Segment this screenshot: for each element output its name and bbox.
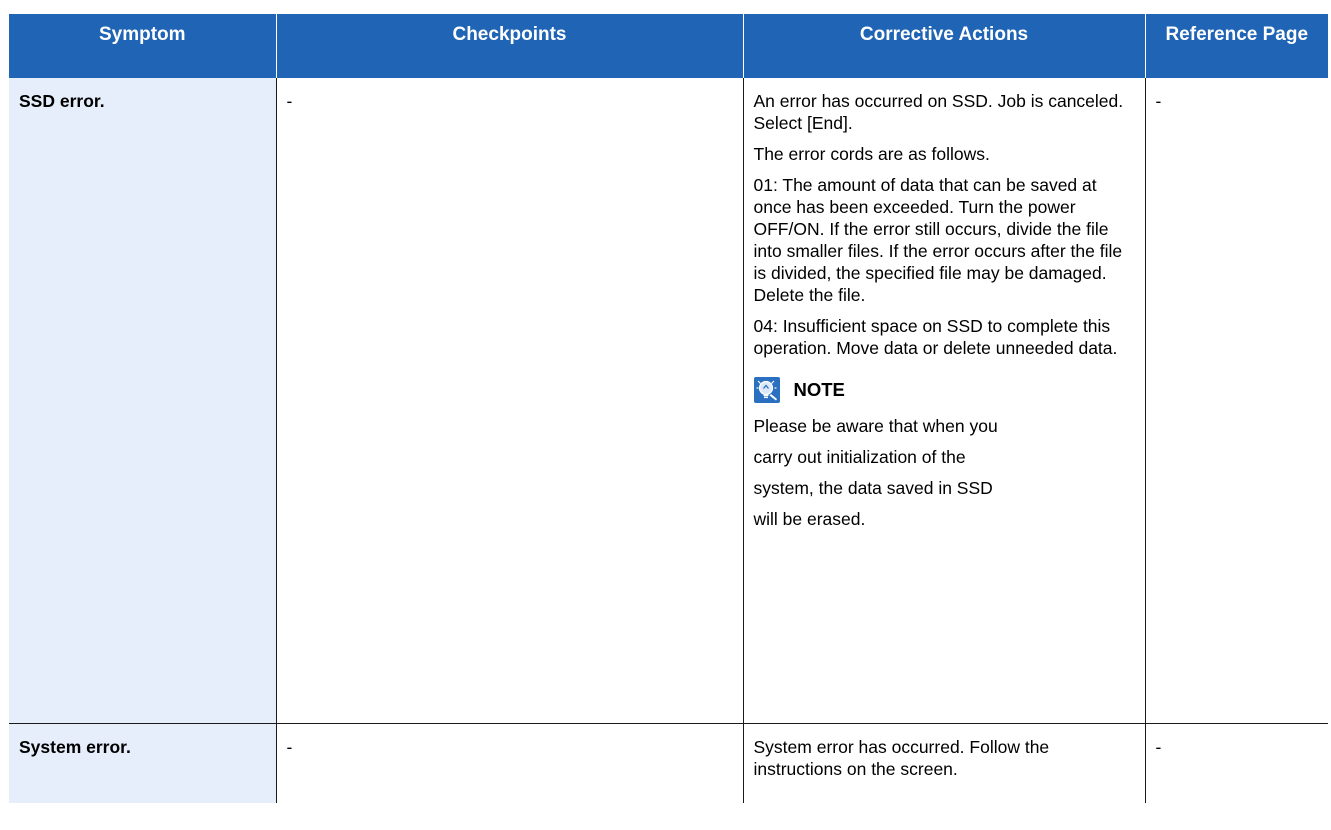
corrective-actions-cell: System error has occurred. Follow the in… bbox=[742, 723, 1145, 803]
symptom-cell: SSD error. bbox=[9, 78, 276, 724]
note-line: will be erased. bbox=[753, 509, 866, 529]
note-line: system, the data saved in SSD bbox=[753, 478, 993, 498]
note-line: carry out initialization of the bbox=[753, 447, 966, 467]
note-icon bbox=[753, 377, 780, 403]
note-heading: NOTE bbox=[753, 375, 1135, 405]
action-paragraph: 04: Insufficient space on SSD to complet… bbox=[753, 316, 1118, 358]
table-row: System error. - System error has occurre… bbox=[9, 723, 1328, 803]
symptom-cell: System error. bbox=[9, 723, 276, 803]
corrective-actions-cell: An error has occurred on SSD. Job is can… bbox=[742, 78, 1145, 724]
manual-page: Symptom Checkpoints Corrective Actions R… bbox=[0, 0, 1331, 830]
header-reference-page: Reference Page bbox=[1144, 14, 1328, 78]
header-checkpoints: Checkpoints bbox=[275, 14, 743, 78]
header-symptom: Symptom bbox=[9, 14, 276, 78]
note-line: Please be aware that when you bbox=[753, 416, 998, 436]
action-paragraph: The error cords are as follows. bbox=[753, 144, 990, 164]
troubleshooting-table: Symptom Checkpoints Corrective Actions R… bbox=[9, 14, 1328, 803]
note-text: Please be aware that when you carry out … bbox=[754, 415, 1135, 530]
action-paragraph: 01: The amount of data that can be saved… bbox=[753, 175, 1123, 305]
checkpoints-cell: - bbox=[275, 78, 743, 724]
table-row: SSD error. - An error has occurred on SS… bbox=[9, 78, 1328, 724]
action-paragraph: An error has occurred on SSD. Job is can… bbox=[753, 91, 1124, 133]
header-row: Symptom Checkpoints Corrective Actions R… bbox=[9, 14, 1328, 78]
reference-page-cell: - bbox=[1144, 78, 1328, 724]
header-corrective-actions: Corrective Actions bbox=[742, 14, 1145, 78]
note-label: NOTE bbox=[793, 379, 845, 400]
table-header: Symptom Checkpoints Corrective Actions R… bbox=[9, 14, 1328, 78]
checkpoints-cell: - bbox=[275, 723, 743, 803]
table-body: SSD error. - An error has occurred on SS… bbox=[9, 78, 1328, 803]
reference-page-cell: - bbox=[1144, 723, 1328, 803]
action-paragraph: System error has occurred. Follow the in… bbox=[753, 736, 1050, 779]
